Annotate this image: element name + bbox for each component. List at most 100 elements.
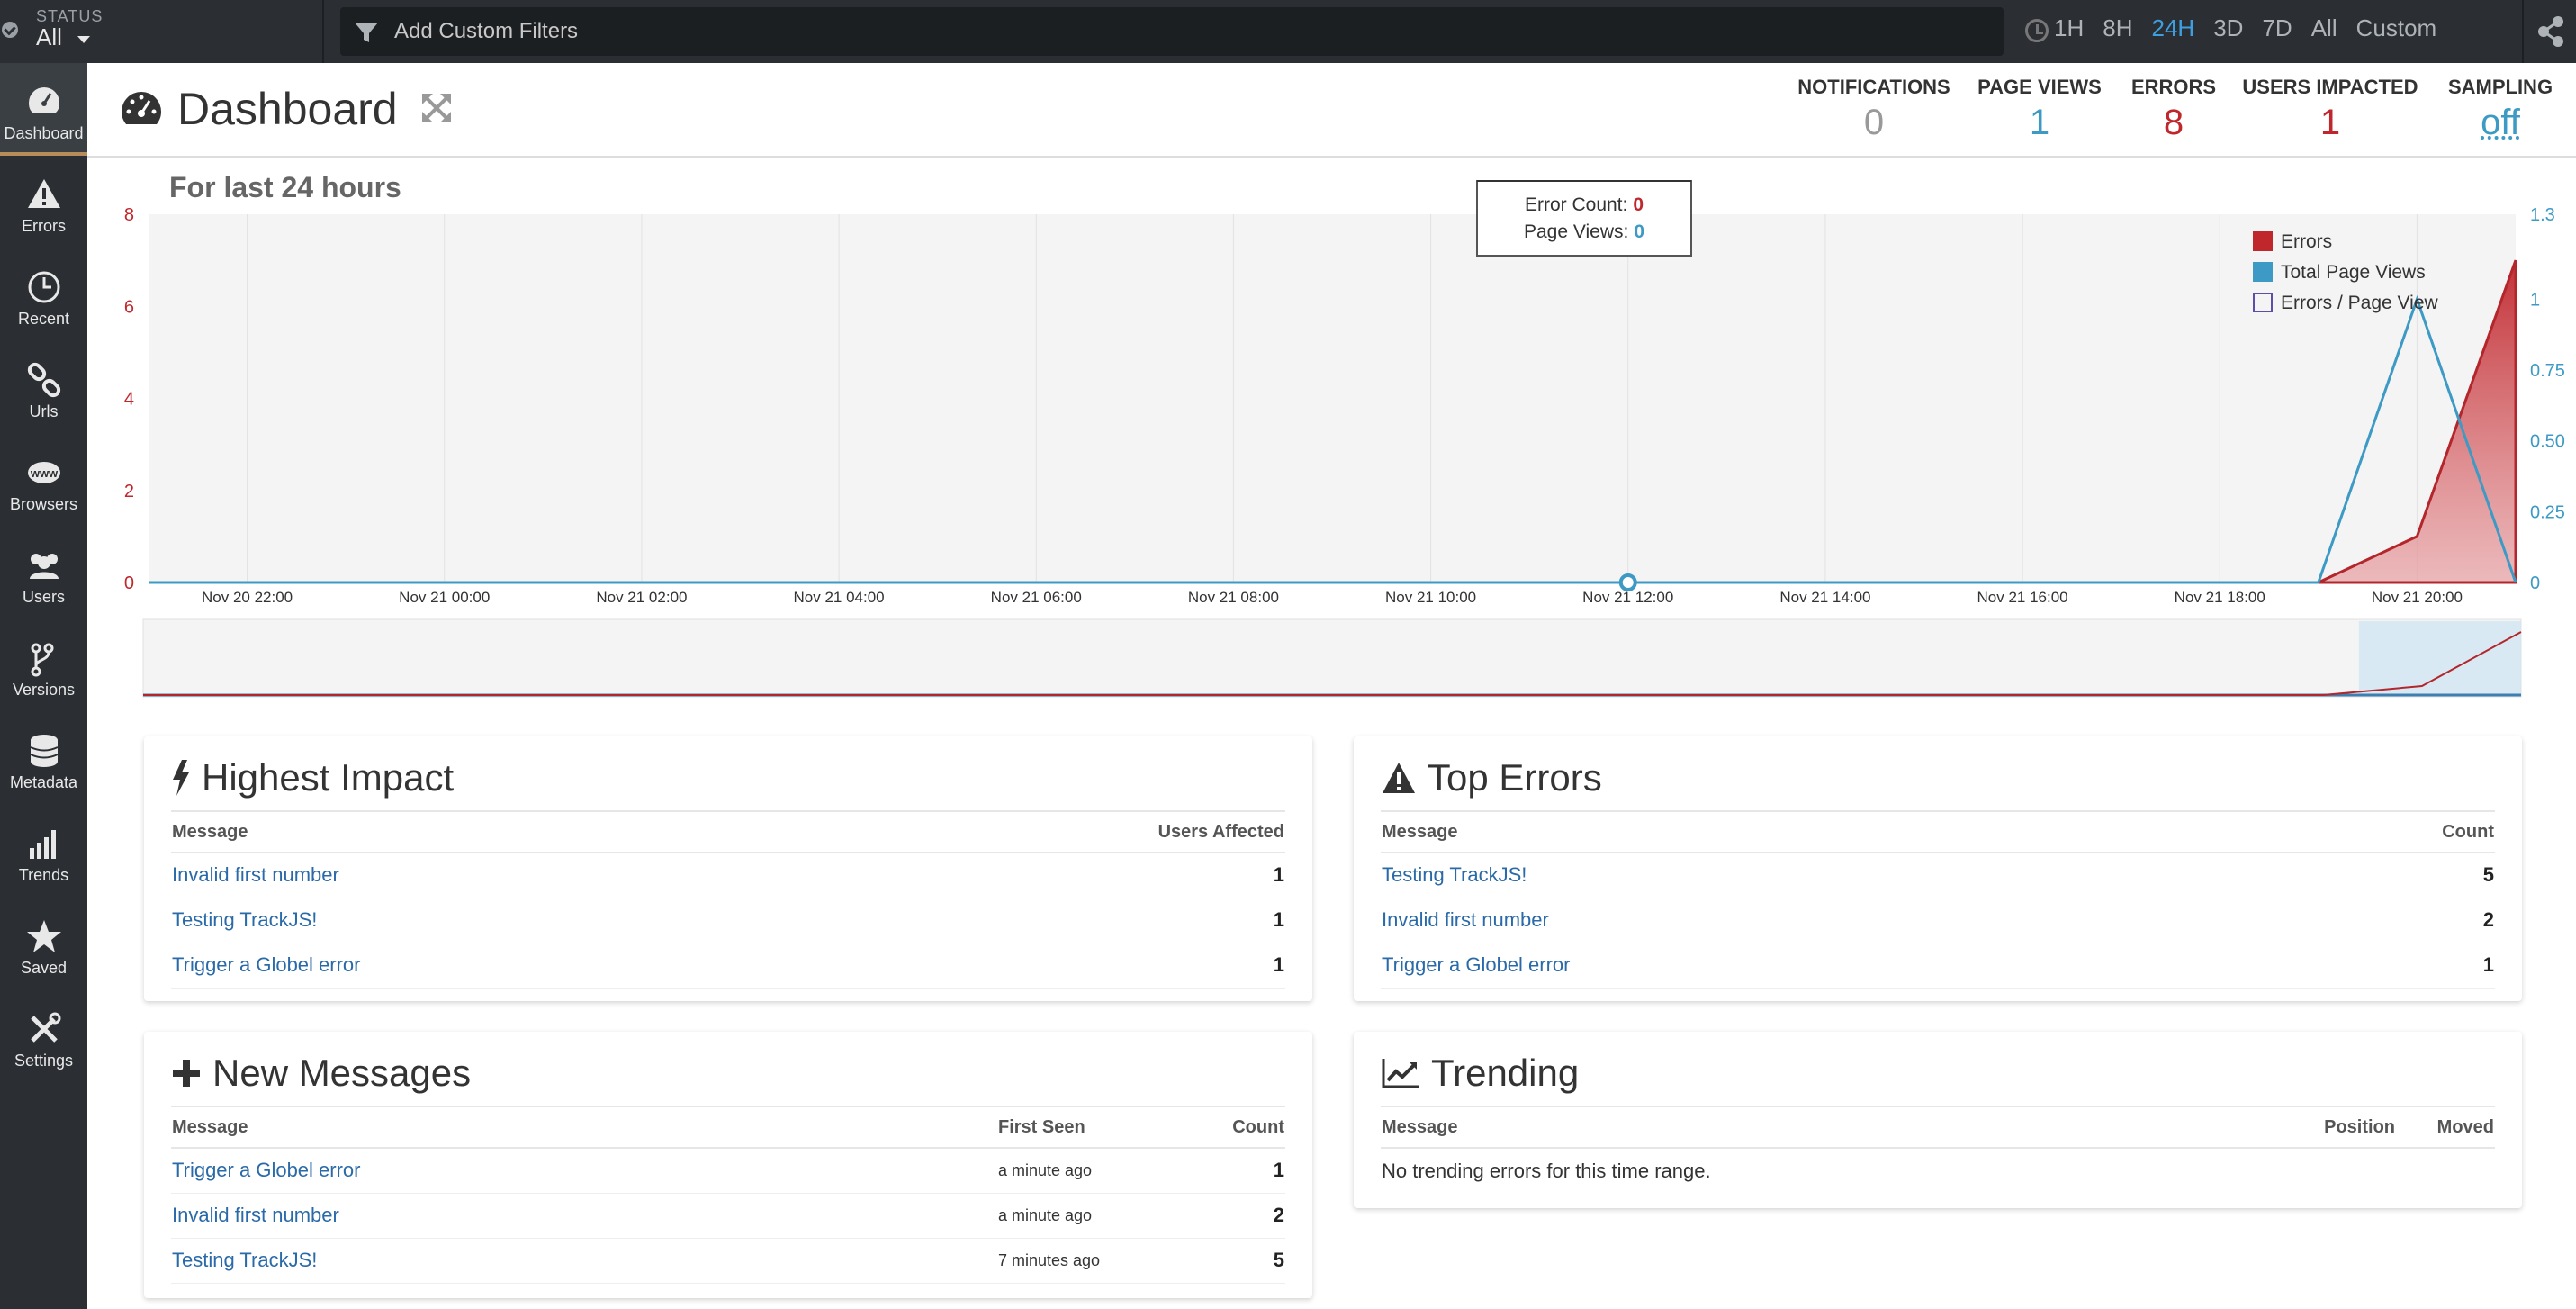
table-row[interactable]: Invalid first number a minute ago 2 [171, 1193, 1285, 1239]
count-cell: 1 [836, 943, 1285, 989]
table-row[interactable]: Testing TrackJS! 1 [171, 898, 1285, 943]
column-header: Message [1381, 810, 2250, 853]
sidebar-item-label: Settings [14, 1052, 74, 1070]
sidebar-item-label: Metadata [9, 773, 78, 791]
tools-icon [31, 1012, 61, 1043]
sidebar-item-label: Errors [22, 217, 66, 235]
x-tick-label: Nov 21 04:00 [794, 589, 885, 606]
first-seen-cell: a minute ago [997, 1193, 1195, 1239]
sidebar-item-browsers[interactable]: www Browsers [0, 434, 87, 527]
trending-panel: Trending Message Position Moved No trend… [1354, 1032, 2522, 1208]
range-navigator[interactable] [142, 618, 2522, 698]
sidebar-item-settings[interactable]: Settings [0, 990, 87, 1083]
x-tick-label: Nov 21 10:00 [1385, 589, 1476, 606]
navigator-window[interactable] [2358, 621, 2521, 695]
sidebar-item-metadata[interactable]: Metadata [0, 712, 87, 805]
table-row[interactable]: Invalid first number 2 [1381, 898, 2495, 943]
x-tick-label: Nov 21 06:00 [991, 589, 1082, 606]
count-cell: 2 [1195, 1193, 1285, 1239]
stat-label: SAMPLING [2447, 76, 2553, 98]
message-link[interactable]: Testing TrackJS! [172, 1249, 317, 1271]
table-row[interactable]: Trigger a Globel error a minute ago 1 [171, 1148, 1285, 1194]
message-link[interactable]: Invalid first number [172, 1204, 339, 1226]
dashboard-header: Dashboard NOTIFICATIONS 0 PAGE VIEWS 1 ERROR… [87, 63, 2576, 158]
sidebar-item-users[interactable]: Users [0, 527, 87, 619]
sidebar-item-label: Dashboard [4, 124, 84, 142]
message-cell: Trigger a Globel error [171, 943, 837, 989]
time-range-custom[interactable]: Custom [2356, 14, 2437, 42]
time-range-all[interactable]: All [2311, 14, 2337, 42]
legend-item[interactable]: Errors [2253, 231, 2332, 252]
expand-icon[interactable] [420, 92, 453, 124]
table-row[interactable]: Trigger a Globel error 1 [171, 943, 1285, 989]
highest-impact-panel: Highest Impact Message Users Affected In… [144, 736, 1312, 1001]
sidebar-item-dashboard[interactable]: Dashboard [0, 63, 87, 156]
sidebar: Dashboard Errors Recent Urls www Browsers User… [0, 63, 87, 1309]
column-header: Message [171, 1106, 997, 1149]
x-tick-label: Nov 21 18:00 [2175, 589, 2265, 606]
x-tick-label: Nov 21 20:00 [2372, 589, 2463, 606]
message-link[interactable]: Testing TrackJS! [172, 908, 317, 931]
legend-item[interactable]: Errors / Page View [2253, 293, 2439, 313]
time-range-8h[interactable]: 8H [2103, 14, 2132, 42]
plus-icon [173, 1060, 200, 1087]
message-link[interactable]: Invalid first number [1382, 908, 1549, 931]
share-button[interactable] [2522, 0, 2576, 63]
legend-label: Total Page Views [2281, 262, 2426, 283]
error-chart[interactable]: Nov 20 22:00 Nov 21 00:00 Nov 21 02:00 Nov … [87, 180, 2576, 711]
table-row[interactable]: Testing TrackJS! 5 [1381, 853, 2495, 898]
sidebar-item-urls[interactable]: Urls [0, 341, 87, 434]
right-axis-tick: 0.75 [2530, 361, 2565, 381]
tooltip-views-value: 0 [1634, 221, 1644, 242]
column-header: First Seen [997, 1106, 1195, 1149]
clock-icon [28, 271, 60, 303]
sidebar-item-recent[interactable]: Recent [0, 248, 87, 341]
bars-icon [30, 830, 56, 859]
right-axis-tick: 0 [2530, 573, 2540, 593]
message-cell: Testing TrackJS! [1381, 853, 2250, 898]
trending-table: Message Position Moved No trending error… [1381, 1106, 2495, 1193]
star-icon [27, 920, 61, 952]
legend-label: Errors [2281, 231, 2332, 252]
status-filter[interactable]: STATUS All [0, 0, 324, 63]
sidebar-item-saved[interactable]: Saved [0, 898, 87, 990]
x-tick-label: Nov 21 16:00 [1977, 589, 2068, 606]
column-header: Position [2288, 1106, 2396, 1149]
sidebar-item-label: Saved [20, 959, 68, 977]
column-header: Message [1381, 1106, 2288, 1149]
tooltip-error-label: Error Count: [1525, 194, 1627, 215]
time-range-7d[interactable]: 7D [2262, 14, 2292, 42]
empty-state-text: No trending errors for this time range. [1382, 1159, 1711, 1182]
www-icon: www [28, 462, 60, 483]
table-row[interactable]: Testing TrackJS! 7 minutes ago 5 [171, 1238, 1285, 1284]
caret-down-icon [77, 36, 90, 43]
panel-title: Trending [1431, 1052, 1580, 1094]
column-header: Users Affected [836, 810, 1285, 853]
sidebar-item-trends[interactable]: Trends [0, 805, 87, 898]
custom-filter-input[interactable]: Add Custom Filters [340, 7, 2004, 56]
page-title: Dashboard [177, 84, 398, 134]
message-link[interactable]: Trigger a Globel error [172, 953, 360, 976]
x-tick-label: Nov 21 14:00 [1779, 589, 1870, 606]
message-link[interactable]: Invalid first number [172, 863, 339, 886]
dashboard-icon [122, 92, 161, 124]
right-axis-tick: 1 [2530, 290, 2540, 310]
left-axis-tick: 2 [124, 482, 134, 501]
top-bar: STATUS All Add Custom Filters 1H 8H 24H 3D 7… [0, 0, 2576, 63]
message-link[interactable]: Testing TrackJS! [1382, 863, 1527, 886]
count-cell: 5 [1195, 1238, 1285, 1284]
sidebar-item-versions[interactable]: Versions [0, 619, 87, 712]
sidebar-item-errors[interactable]: Errors [0, 156, 87, 248]
top-errors-panel: Top Errors Message Count Testing TrackJS… [1354, 736, 2522, 1001]
message-link[interactable]: Trigger a Globel error [1382, 953, 1570, 976]
time-range-3d[interactable]: 3D [2213, 14, 2243, 42]
stat-sampling[interactable]: SAMPLING off [2392, 76, 2576, 143]
time-range-24h[interactable]: 24H [2152, 14, 2195, 42]
custom-filter-label: Add Custom Filters [394, 19, 579, 43]
time-range-1h[interactable]: 1H [2054, 14, 2084, 42]
legend-swatch [2253, 262, 2273, 282]
message-cell: Invalid first number [171, 1193, 997, 1239]
table-row[interactable]: Trigger a Globel error 1 [1381, 943, 2495, 989]
message-link[interactable]: Trigger a Globel error [172, 1159, 360, 1181]
table-row[interactable]: Invalid first number 1 [171, 853, 1285, 898]
